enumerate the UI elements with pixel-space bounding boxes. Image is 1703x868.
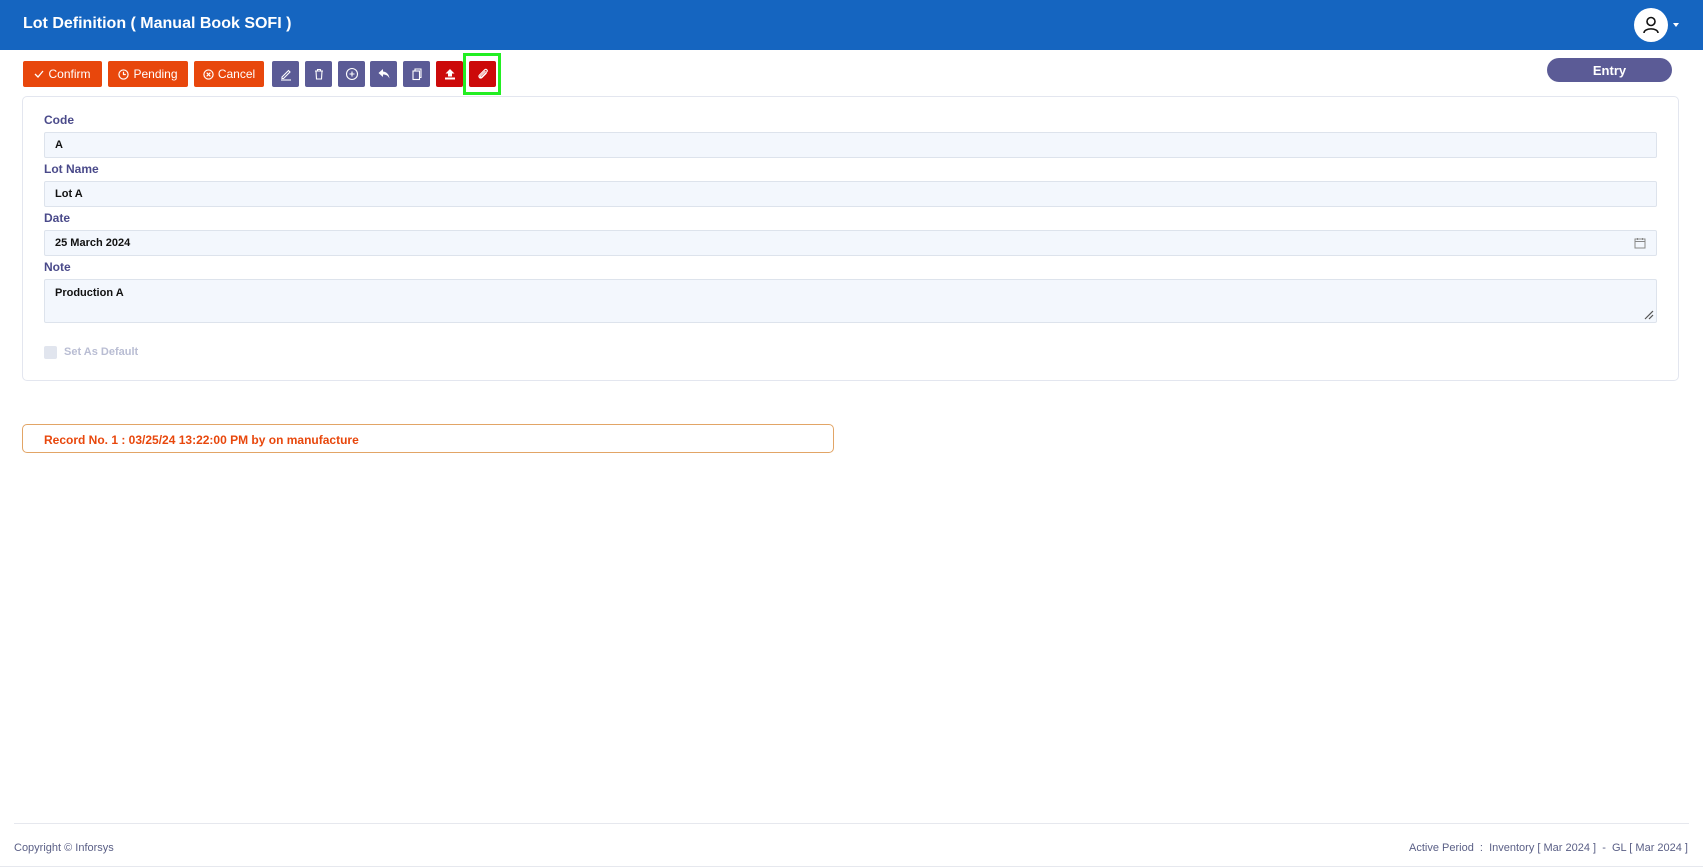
footer-divider [14,823,1689,824]
add-button[interactable] [338,61,365,87]
user-icon [1643,16,1659,34]
copy-icon [411,68,422,81]
cancel-label: Cancel [217,67,256,81]
edit-icon [280,69,291,81]
close-circle-icon [203,68,214,80]
confirm-button[interactable]: Confirm [23,61,102,87]
confirm-label: Confirm [48,67,91,81]
user-avatar[interactable] [1634,8,1668,42]
upload-button[interactable] [436,61,463,87]
note-field[interactable]: Production A [44,279,1657,323]
set-as-default-checkbox[interactable] [44,346,57,359]
undo-icon [378,69,389,79]
paperclip-icon [477,68,488,79]
status-badge: Entry [1547,58,1672,82]
lot-name-label: Lot Name [44,162,99,176]
record-info-text: Record No. 1 : 03/25/24 13:22:00 PM by o… [44,433,359,447]
resize-handle-icon[interactable] [1644,310,1654,320]
copy-button[interactable] [403,61,430,87]
delete-button[interactable] [305,61,332,87]
note-label: Note [44,260,71,274]
code-field[interactable]: A [44,132,1657,158]
lot-name-value: Lot A [55,188,83,200]
upload-icon [444,69,455,80]
date-field[interactable]: 25 March 2024 [44,230,1657,256]
page-title: Lot Definition ( Manual Book SOFI ) [23,15,292,32]
trash-icon [314,68,323,80]
pending-button[interactable]: Pending [108,61,188,87]
check-icon [35,70,44,78]
user-menu-caret-icon[interactable] [1673,23,1679,27]
copyright-text: Copyright © Inforsys [14,842,114,854]
code-value: A [55,139,63,151]
footer-bottom-border [0,866,1703,867]
note-value: Production A [55,287,124,299]
date-value: 25 March 2024 [55,237,131,249]
edit-button[interactable] [272,61,299,87]
undo-button[interactable] [370,61,397,87]
plus-circle-icon [345,67,358,81]
code-label: Code [44,113,74,127]
active-period-text: Active Period : Inventory [ Mar 2024 ] -… [1409,842,1688,854]
pending-label: Pending [133,67,178,81]
cancel-button[interactable]: Cancel [194,61,264,87]
attach-button[interactable] [469,61,496,87]
date-label: Date [44,211,71,225]
record-info-box: Record No. 1 : 03/25/24 13:22:00 PM by o… [22,424,834,453]
app-header: Lot Definition ( Manual Book SOFI ) [0,0,1703,50]
lot-name-field[interactable]: Lot A [44,181,1657,207]
calendar-icon[interactable] [1634,237,1646,249]
set-as-default-label: Set As Default [64,346,139,358]
clock-icon [118,68,130,80]
